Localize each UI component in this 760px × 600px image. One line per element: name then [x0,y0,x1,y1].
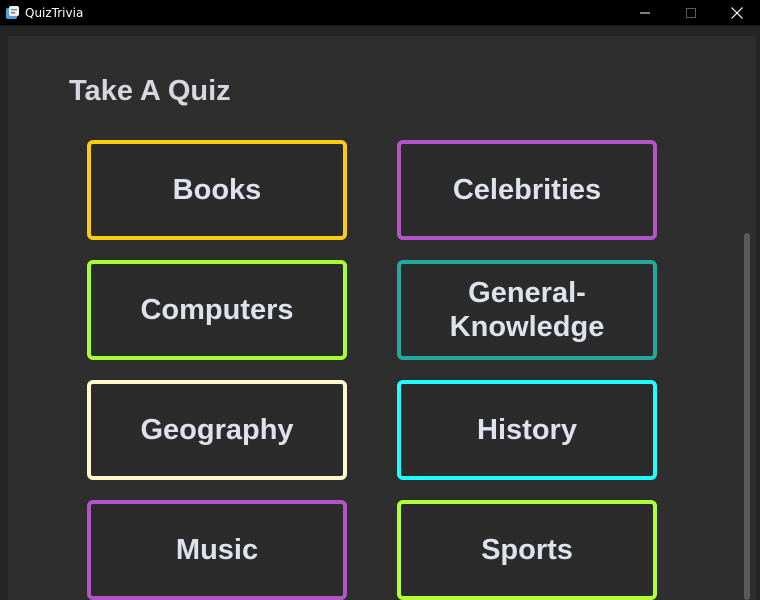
minimize-icon [640,12,650,14]
app-window: QuizTrivia Take A Quiz Books Celebrities… [0,0,760,600]
category-general-knowledge-button[interactable]: General- Knowledge [397,260,657,360]
quiz-app-icon [5,5,20,20]
maximize-icon [686,8,696,18]
category-label: Celebrities [452,174,602,206]
category-label: History [477,414,577,446]
vertical-scrollbar[interactable] [744,233,750,600]
close-button[interactable] [714,0,760,26]
category-label: Geography [140,414,294,446]
maximize-button[interactable] [668,0,714,26]
category-label: Computers [140,294,294,326]
category-label: Sports [481,534,573,566]
close-icon [731,7,743,19]
category-music-button[interactable]: Music [87,500,347,600]
category-history-button[interactable]: History [397,380,657,480]
category-geography-button[interactable]: Geography [87,380,347,480]
window-title: QuizTrivia [25,6,84,20]
category-celebrities-button[interactable]: Celebrities [397,140,657,240]
category-computers-button[interactable]: Computers [87,260,347,360]
category-sports-button[interactable]: Sports [397,500,657,600]
category-books-button[interactable]: Books [87,140,347,240]
page-title: Take A Quiz [69,75,231,107]
category-label: General- Knowledge [449,277,605,343]
category-label: Music [175,534,259,566]
title-bar[interactable]: QuizTrivia [0,0,760,26]
category-label: Books [172,174,262,206]
minimize-button[interactable] [622,0,668,26]
